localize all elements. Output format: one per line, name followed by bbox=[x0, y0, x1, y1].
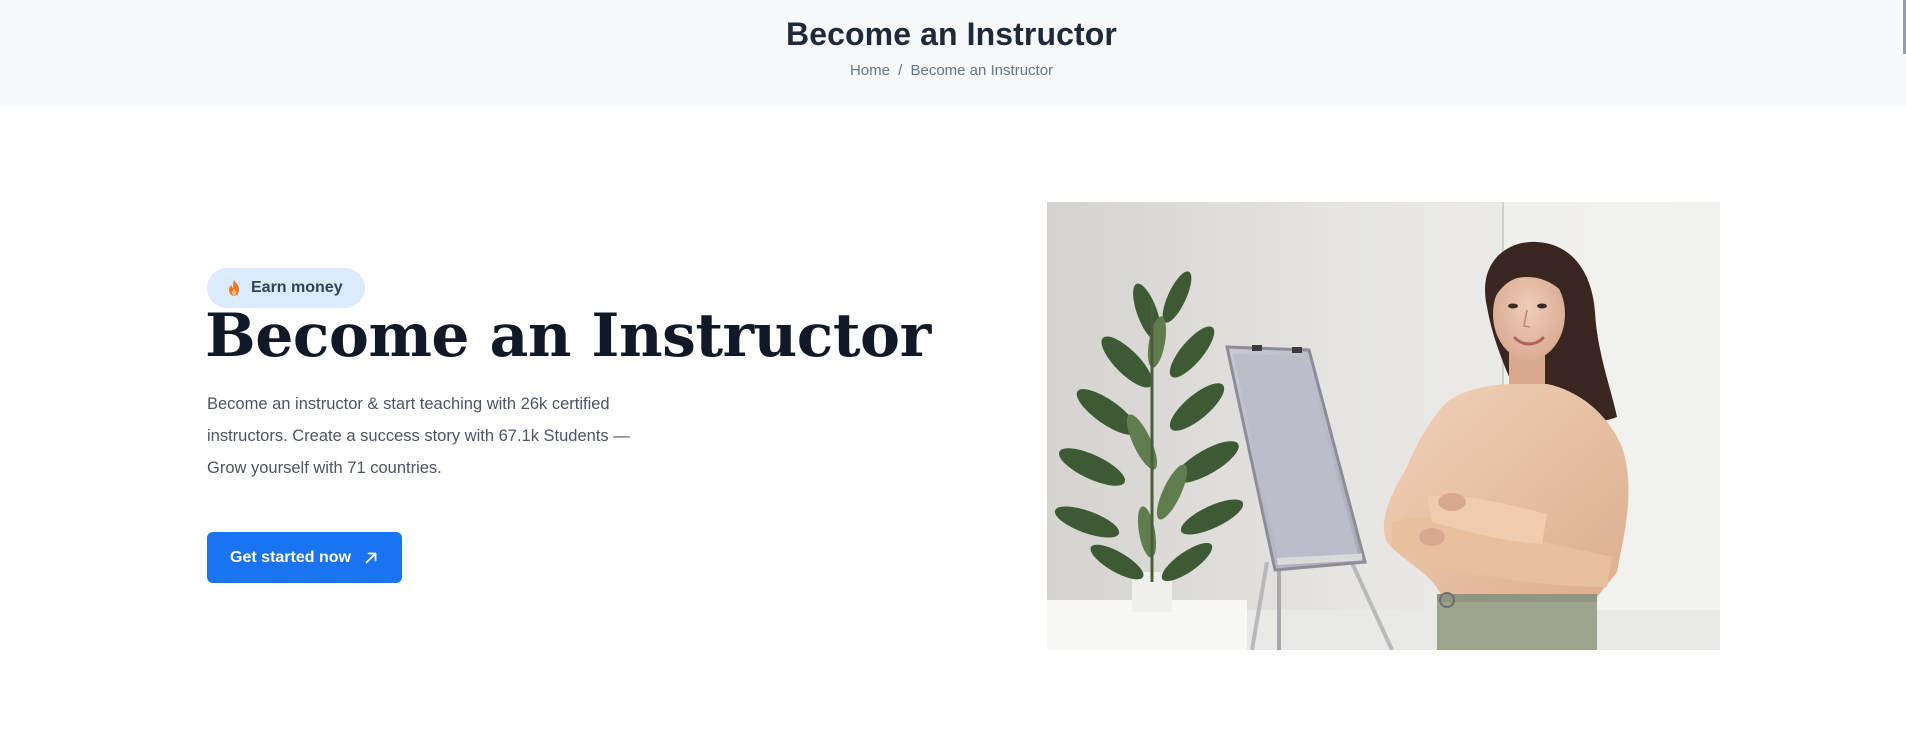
instructor-photo bbox=[1047, 202, 1720, 650]
get-started-label: Get started now bbox=[230, 548, 351, 566]
hero-title: Become an Instructor bbox=[205, 301, 931, 371]
get-started-button[interactable]: Get started now bbox=[207, 532, 402, 583]
arrow-up-right-icon bbox=[365, 552, 377, 563]
breadcrumb: Home / Become an Instructor bbox=[0, 62, 1903, 79]
breadcrumb-home-link[interactable]: Home bbox=[850, 62, 890, 79]
breadcrumb-current: Become an Instructor bbox=[910, 62, 1054, 79]
flame-icon bbox=[229, 280, 239, 296]
page-header: Become an Instructor Home / Become an In… bbox=[0, 0, 1906, 105]
breadcrumb-separator: / bbox=[898, 62, 903, 79]
instructor-illustration bbox=[1047, 202, 1720, 650]
badge-label: Earn money bbox=[251, 279, 343, 296]
page-title: Become an Instructor bbox=[786, 16, 1117, 52]
hero-description: Become an instructor & start teaching wi… bbox=[207, 395, 630, 477]
